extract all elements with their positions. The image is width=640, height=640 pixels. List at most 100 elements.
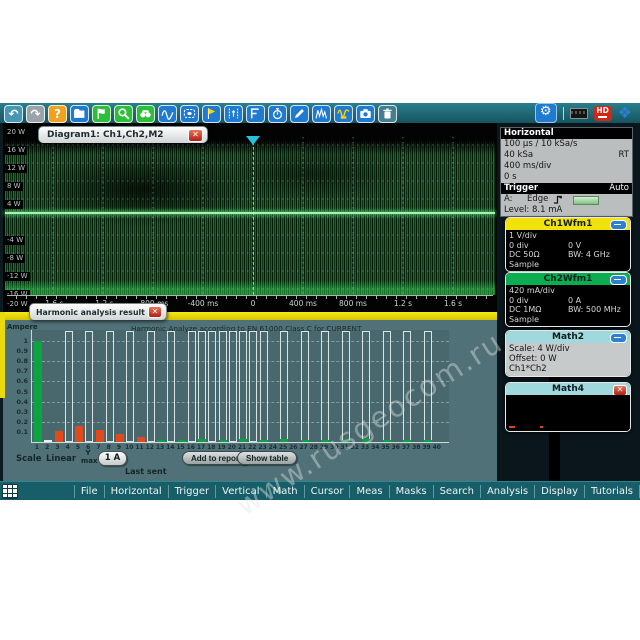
search-icon[interactable] — [136, 105, 155, 123]
rohde-schwarz-logo-icon: ❖ — [618, 104, 632, 122]
settings-gear-icon[interactable]: ⚙ — [535, 103, 557, 123]
diagram-tab-label: Diagram1: Ch1,Ch2,M2 — [47, 130, 164, 140]
math4-widget-header[interactable]: Math4 ✕ — [506, 383, 630, 395]
harmonic-bar-5 — [75, 426, 83, 442]
delete-icon[interactable] — [378, 105, 397, 123]
minimize-icon[interactable] — [610, 333, 627, 343]
y-scale-label: 16 W — [5, 146, 27, 155]
annotation-icon[interactable] — [290, 105, 309, 123]
keyboard-icon[interactable] — [570, 108, 588, 119]
harmonic-bar-31 — [342, 440, 350, 442]
cursor-icon[interactable] — [224, 105, 243, 123]
screenshot-icon[interactable] — [356, 105, 375, 123]
quick-meas-icon[interactable] — [268, 105, 287, 123]
toolbar-icons: ↶↷? — [4, 104, 397, 123]
limit-bar — [280, 331, 288, 442]
menu-item-cursor[interactable]: Cursor — [304, 485, 350, 498]
app-grid-icon[interactable] — [2, 484, 18, 499]
widget-row: DC 1MΩBW: 500 MHz — [506, 305, 630, 315]
scale-value[interactable]: Linear — [46, 454, 76, 464]
zoom-waveform-icon[interactable] — [158, 105, 177, 123]
limit-bar — [383, 331, 391, 442]
ch1-widget-header[interactable]: Ch1Wfm1 — [506, 218, 630, 230]
trigger-level-row: Level: 8.1 mA — [501, 205, 632, 216]
demo-flag-icon[interactable] — [202, 105, 221, 123]
y-scale-label: -8 W — [5, 254, 25, 263]
harmonic-tab-label: Harmonic analysis result 1 — [36, 308, 153, 317]
menu-item-masks[interactable]: Masks — [389, 485, 433, 498]
limit-bar — [219, 331, 227, 442]
harmonic-bar-23 — [260, 440, 268, 442]
harmonic-bar-33 — [362, 439, 370, 442]
close-icon[interactable]: ✕ — [613, 385, 627, 396]
harmonic-y-tick: 0.9 — [5, 347, 28, 355]
menu-item-trigger[interactable]: Trigger — [168, 485, 216, 498]
waveform-diagram: 20 W16 W12 W8 W4 W-4 W-8 W-12 W-16 W-20 … — [3, 123, 497, 312]
y-scale-label: 4 W — [5, 200, 23, 209]
y-scale-label: 12 W — [5, 164, 27, 173]
menu-item-display[interactable]: Display — [534, 485, 584, 498]
harmonic-tab-close-icon[interactable]: ✕ — [148, 306, 162, 318]
widget-row: 420 mA/div — [506, 286, 630, 296]
harmonic-y-tick: 1 — [5, 337, 28, 345]
spectrum-icon[interactable] — [312, 105, 331, 123]
trigger-source-chip — [573, 196, 599, 205]
limit-bar — [424, 331, 432, 442]
menu-items: FileHorizontalTriggerVerticalMathCursorM… — [74, 485, 640, 498]
harmonic-bar-39 — [424, 440, 432, 442]
trigger-position-marker[interactable] — [246, 136, 260, 145]
math2-widget-header[interactable]: Math2 — [506, 331, 630, 343]
menu-item-file[interactable]: File — [74, 485, 104, 498]
redo-icon[interactable]: ↷ — [26, 105, 45, 123]
limit-bar — [65, 331, 73, 442]
ch1-widget-body: 1 V/div0 div0 VDC 50ΩBW: 4 GHzSample — [506, 230, 630, 271]
screenshot-canvas: ↶↷? ⚙ HD ❖ 20 W16 W12 W8 W4 W-4 W-8 W-12… — [0, 0, 640, 640]
harmonic-result-tab[interactable]: Harmonic analysis result 1 ✕ — [29, 303, 167, 320]
undo-icon[interactable]: ↶ — [4, 105, 23, 123]
menu-item-search[interactable]: Search — [433, 485, 480, 498]
horizontal-trigger-panel[interactable]: Horizontal 100 µs / 10 kSa/s 40 kSa RT 4… — [500, 127, 633, 217]
zoom-icon[interactable] — [114, 105, 133, 123]
limit-bar — [188, 331, 196, 442]
trigger-source-row: A: Edge — [501, 194, 632, 205]
ymax-value-field[interactable]: 1 A — [98, 451, 127, 466]
minimize-icon[interactable] — [610, 275, 627, 285]
diagram-tab-close-icon[interactable]: ✕ — [188, 129, 203, 142]
trigger-panel-header: Trigger Auto — [501, 183, 632, 194]
ch1-signal-widget[interactable]: Ch1Wfm1 1 V/div0 div0 VDC 50ΩBW: 4 GHzSa… — [505, 217, 631, 272]
minimize-icon[interactable] — [610, 220, 627, 230]
limit-bar — [239, 331, 247, 442]
menu-item-horizontal[interactable]: Horizontal — [104, 485, 168, 498]
trigger-position-line — [253, 137, 254, 295]
ch2-signal-widget[interactable]: Ch2Wfm1 420 mA/div0 div0 ADC 1MΩBW: 500 … — [505, 272, 631, 327]
measurement-icon[interactable] — [246, 105, 265, 123]
open-file-icon[interactable] — [70, 105, 89, 123]
diagram-tab[interactable]: Diagram1: Ch1,Ch2,M2 ✕ — [38, 126, 208, 143]
menu-item-meas[interactable]: Meas — [349, 485, 388, 498]
time-axis-label: 800 ms — [331, 299, 375, 308]
menu-item-math[interactable]: Math — [266, 485, 304, 498]
limit-bar — [342, 331, 350, 442]
hd-mode-badge[interactable]: HD — [594, 106, 612, 121]
limit-bar — [167, 331, 175, 442]
harmonic-bar-37 — [403, 440, 411, 442]
math4-widget[interactable]: Math4 ✕ — [505, 382, 631, 432]
harmonic-bar-11 — [137, 437, 145, 442]
harmonic-bar-1 — [34, 341, 42, 442]
harmonic-bar-21 — [239, 439, 247, 442]
menu-item-vertical[interactable]: Vertical — [215, 485, 265, 498]
show-table-button[interactable]: Show table — [237, 451, 297, 465]
fft-icon[interactable] — [334, 105, 353, 123]
help-icon[interactable]: ? — [48, 105, 67, 123]
math2-widget[interactable]: Math2 Scale: 4 W/divOffset: 0 WCh1*Ch2 — [505, 330, 631, 377]
ch2-widget-header[interactable]: Ch2Wfm1 — [506, 273, 630, 285]
limit-bar — [403, 331, 411, 442]
toolbar: ↶↷? ⚙ HD ❖ — [0, 103, 640, 123]
mask-test-icon[interactable] — [180, 105, 199, 123]
menu-item-tutorials[interactable]: Tutorials — [584, 485, 640, 498]
report-icon[interactable] — [92, 105, 111, 123]
limit-bar — [260, 331, 268, 442]
menu-item-analysis[interactable]: Analysis — [480, 485, 534, 498]
harmonic-bar-2 — [44, 440, 52, 442]
time-axis-label: 1.6 s — [431, 299, 475, 308]
